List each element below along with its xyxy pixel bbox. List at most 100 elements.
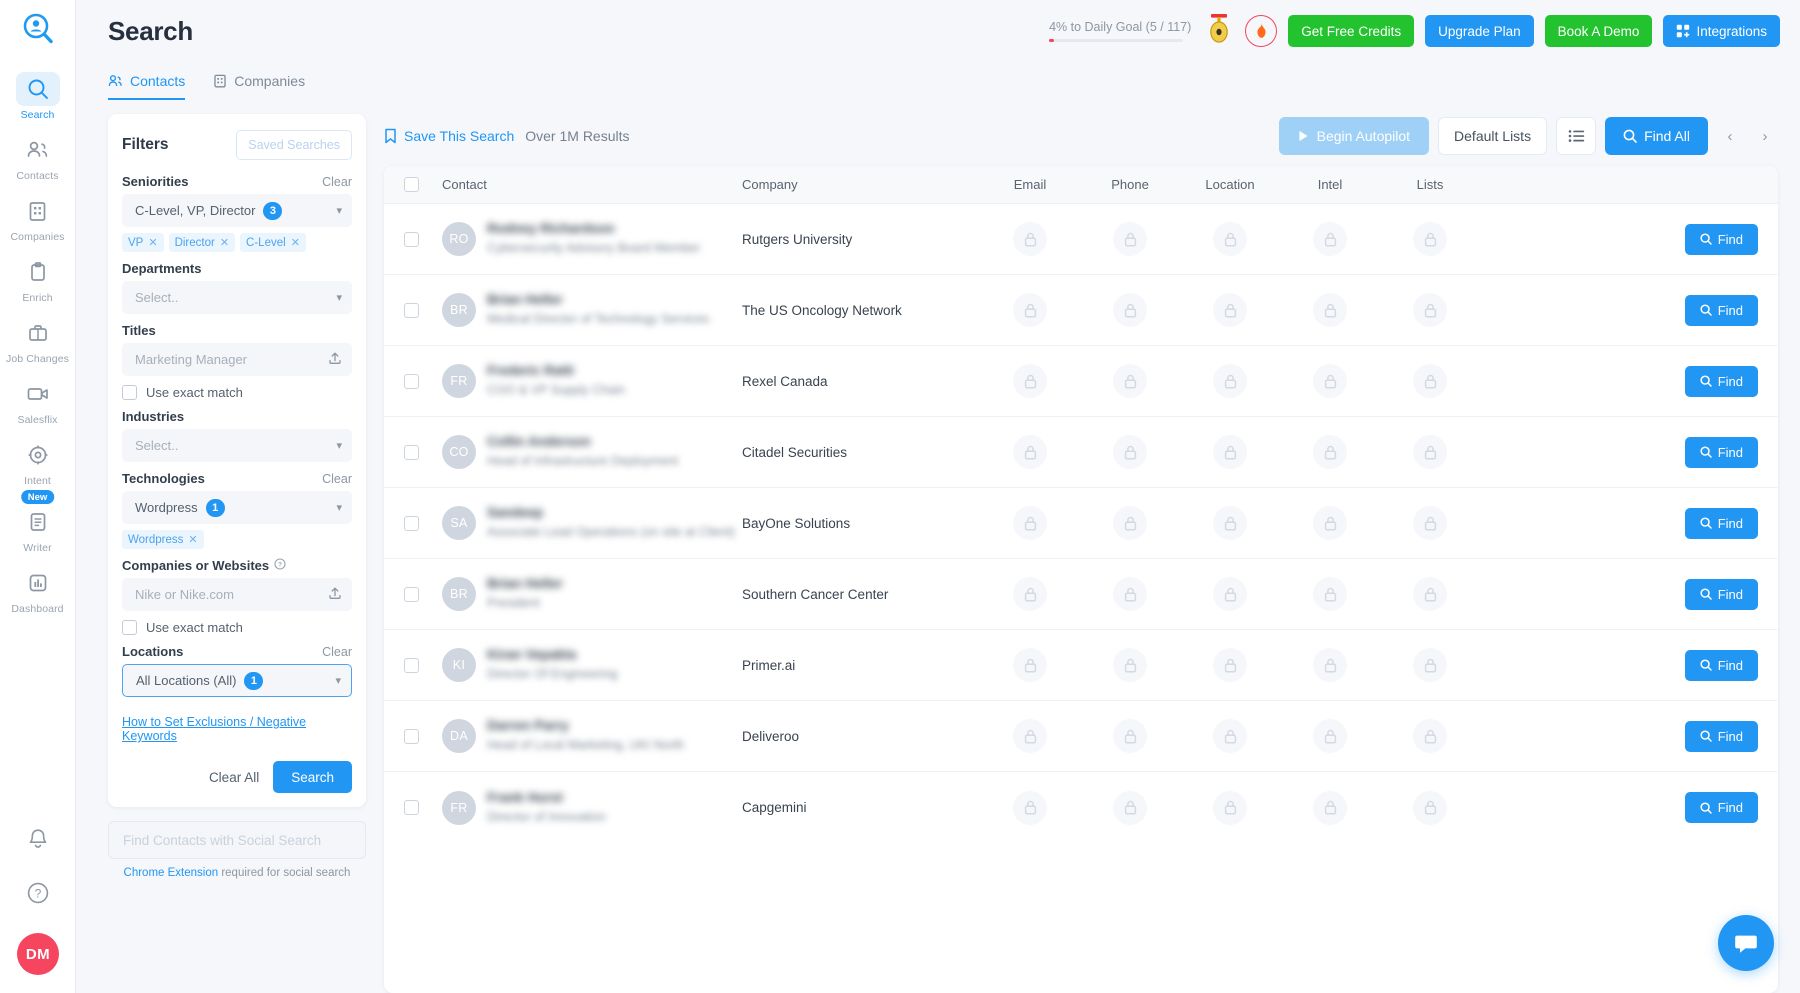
cell-intel[interactable] xyxy=(1280,222,1380,256)
list-icon[interactable] xyxy=(1556,117,1596,155)
table-row[interactable]: BRBrian HellerMedical Director of Techno… xyxy=(384,275,1778,346)
cell-email[interactable] xyxy=(980,435,1080,469)
companies-exact-match-row[interactable]: Use exact match xyxy=(122,620,352,635)
cell-email[interactable] xyxy=(980,648,1080,682)
titles-exact-match-checkbox[interactable] xyxy=(122,385,137,400)
industries-select[interactable]: Select.. ▾ xyxy=(122,429,352,462)
cell-location[interactable] xyxy=(1180,506,1280,540)
cell-lists[interactable] xyxy=(1380,435,1480,469)
lock-icon[interactable] xyxy=(1013,222,1047,256)
lock-icon[interactable] xyxy=(1013,293,1047,327)
cell-intel[interactable] xyxy=(1280,791,1380,825)
lock-icon[interactable] xyxy=(1113,719,1147,753)
find-button[interactable]: Find xyxy=(1685,295,1758,326)
cell-phone[interactable] xyxy=(1080,791,1180,825)
lock-icon[interactable] xyxy=(1313,364,1347,398)
row-checkbox[interactable] xyxy=(404,516,419,531)
cell-lists[interactable] xyxy=(1380,648,1480,682)
lock-icon[interactable] xyxy=(1013,506,1047,540)
table-row[interactable]: KIKiran VepaktaDirector Of EngineeringPr… xyxy=(384,630,1778,701)
table-row[interactable]: BRBrian HellerPresidentSouthern Cancer C… xyxy=(384,559,1778,630)
default-lists-button[interactable]: Default Lists xyxy=(1438,117,1547,155)
avatar[interactable]: DM xyxy=(17,933,59,975)
saved-searches-button[interactable]: Saved Searches xyxy=(236,130,352,160)
lock-icon[interactable] xyxy=(1013,648,1047,682)
sidebar-item-companies[interactable]: Companies xyxy=(0,187,76,248)
table-row[interactable]: RORodney RichardsonCybersecurity Advisor… xyxy=(384,204,1778,275)
cell-intel[interactable] xyxy=(1280,506,1380,540)
cell-email[interactable] xyxy=(980,719,1080,753)
find-button[interactable]: Find xyxy=(1685,579,1758,610)
lock-icon[interactable] xyxy=(1013,435,1047,469)
cell-phone[interactable] xyxy=(1080,719,1180,753)
cell-location[interactable] xyxy=(1180,719,1280,753)
lock-icon[interactable] xyxy=(1313,577,1347,611)
row-checkbox[interactable] xyxy=(404,729,419,744)
lock-icon[interactable] xyxy=(1013,791,1047,825)
row-checkbox[interactable] xyxy=(404,445,419,460)
lock-icon[interactable] xyxy=(1213,506,1247,540)
cell-phone[interactable] xyxy=(1080,435,1180,469)
cell-location[interactable] xyxy=(1180,435,1280,469)
lock-icon[interactable] xyxy=(1313,791,1347,825)
upload-icon[interactable] xyxy=(328,586,342,603)
cell-location[interactable] xyxy=(1180,577,1280,611)
lock-icon[interactable] xyxy=(1013,364,1047,398)
sidebar-item-intent[interactable]: Intent xyxy=(0,431,76,492)
cell-email[interactable] xyxy=(980,364,1080,398)
chip-wordpress[interactable]: Wordpress✕ xyxy=(122,530,204,549)
cell-lists[interactable] xyxy=(1380,364,1480,398)
cell-phone[interactable] xyxy=(1080,293,1180,327)
sidebar-item-search[interactable]: Search xyxy=(0,65,76,126)
lock-icon[interactable] xyxy=(1413,577,1447,611)
chrome-extension-link[interactable]: Chrome Extension xyxy=(124,867,219,879)
find-button[interactable]: Find xyxy=(1685,366,1758,397)
cell-phone[interactable] xyxy=(1080,506,1180,540)
find-button[interactable]: Find xyxy=(1685,437,1758,468)
cell-phone[interactable] xyxy=(1080,364,1180,398)
cell-lists[interactable] xyxy=(1380,719,1480,753)
cell-email[interactable] xyxy=(980,293,1080,327)
lock-icon[interactable] xyxy=(1113,435,1147,469)
locations-select[interactable]: All Locations (All) 1 ▾ xyxy=(122,664,352,697)
search-button[interactable]: Search xyxy=(273,761,352,793)
tab-companies[interactable]: Companies xyxy=(213,73,305,100)
lock-icon[interactable] xyxy=(1313,222,1347,256)
find-button[interactable]: Find xyxy=(1685,224,1758,255)
app-logo[interactable] xyxy=(21,12,55,51)
cell-lists[interactable] xyxy=(1380,222,1480,256)
lock-icon[interactable] xyxy=(1313,506,1347,540)
row-checkbox[interactable] xyxy=(404,800,419,815)
lock-icon[interactable] xyxy=(1013,719,1047,753)
cell-intel[interactable] xyxy=(1280,435,1380,469)
chip-director[interactable]: Director✕ xyxy=(169,233,235,252)
upload-icon[interactable] xyxy=(328,351,342,368)
lock-icon[interactable] xyxy=(1213,364,1247,398)
chip-c-level[interactable]: C-Level✕ xyxy=(240,233,306,252)
cell-intel[interactable] xyxy=(1280,364,1380,398)
find-button[interactable]: Find xyxy=(1685,721,1758,752)
book-a-demo-button[interactable]: Book A Demo xyxy=(1545,15,1653,47)
cell-phone[interactable] xyxy=(1080,648,1180,682)
tab-contacts[interactable]: Contacts xyxy=(108,73,185,100)
sidebar-item-contacts[interactable]: Contacts xyxy=(0,126,76,187)
lock-icon[interactable] xyxy=(1313,293,1347,327)
table-row[interactable]: DADarren ParryHead of Local Marketing, U… xyxy=(384,701,1778,772)
cell-email[interactable] xyxy=(980,506,1080,540)
cell-location[interactable] xyxy=(1180,293,1280,327)
clear-all-button[interactable]: Clear All xyxy=(209,770,259,785)
cell-email[interactable] xyxy=(980,791,1080,825)
find-button[interactable]: Find xyxy=(1685,650,1758,681)
cell-email[interactable] xyxy=(980,577,1080,611)
titles-exact-match-row[interactable]: Use exact match xyxy=(122,385,352,400)
lock-icon[interactable] xyxy=(1313,648,1347,682)
lock-icon[interactable] xyxy=(1413,791,1447,825)
sidebar-item-writer[interactable]: New Writer xyxy=(0,492,76,559)
row-checkbox[interactable] xyxy=(404,303,419,318)
lock-icon[interactable] xyxy=(1013,577,1047,611)
get-free-credits-button[interactable]: Get Free Credits xyxy=(1288,15,1414,47)
find-all-button[interactable]: Find All xyxy=(1605,117,1708,155)
companies-websites-input[interactable]: Nike or Nike.com xyxy=(122,578,352,611)
cell-intel[interactable] xyxy=(1280,719,1380,753)
lock-icon[interactable] xyxy=(1113,506,1147,540)
